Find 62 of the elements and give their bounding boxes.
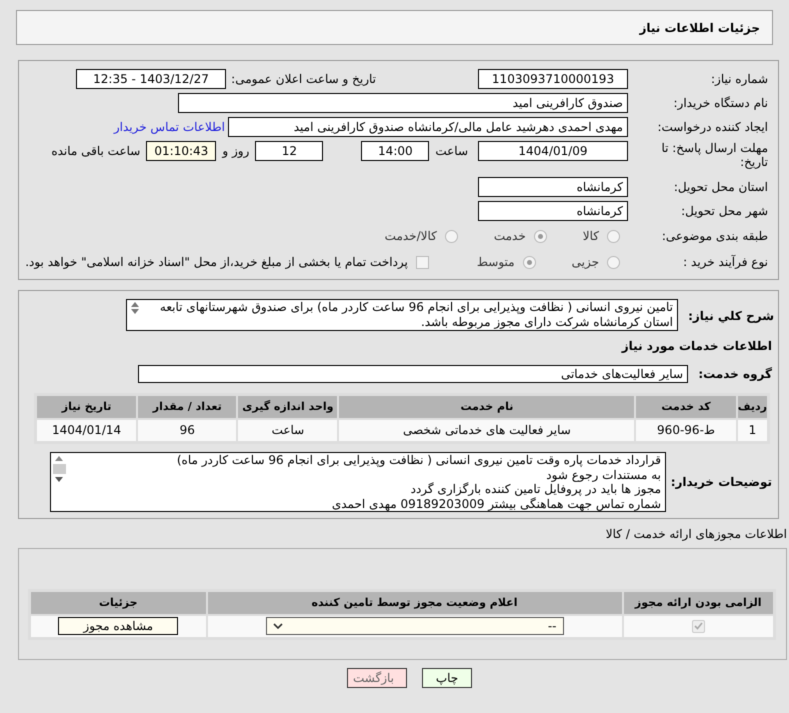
down-arrow-icon[interactable] (131, 309, 139, 314)
field-label: متوسط (476, 254, 515, 271)
field-label: خدمت (494, 228, 526, 245)
column-header: کد خدمت (635, 394, 737, 418)
checkbox[interactable] (692, 620, 705, 633)
field-label: ایجاد کننده درخواست: (657, 120, 768, 134)
radio-button[interactable] (522, 256, 536, 268)
section-heading: اطلاعات مجوزهای ارائه خدمت / کالا (606, 527, 787, 541)
text-field[interactable]: 01:10:43 (146, 141, 216, 161)
text-field[interactable]: کرمانشاه (478, 177, 628, 197)
field-label: طبقه بندی موضوعی: (662, 229, 768, 243)
print-button[interactable]: چاپ (422, 668, 472, 688)
field-label: مهلت ارسال پاسخ: تا تاریخ: (660, 141, 768, 169)
up-arrow-icon[interactable] (55, 456, 63, 461)
text-field[interactable]: کرمانشاه (478, 201, 628, 221)
field-label: ساعت (435, 143, 468, 160)
notes-textarea[interactable] (50, 452, 666, 512)
text-field[interactable]: 1103093710000193 (478, 69, 628, 89)
field-label: نام دستگاه خریدار: (674, 96, 768, 110)
text-field[interactable]: صندوق کارافرینی امید (178, 93, 628, 113)
section-heading: اطلاعات خدمات مورد نیاز (622, 339, 772, 353)
text-field[interactable]: 12 (255, 141, 324, 161)
up-arrow-icon[interactable] (131, 302, 139, 307)
notes-text: قرارداد خدمات پاره وقت تامین نیروی انسانی ( نظافت وپذیرایی برای انجام 96 ساعت کاردر ماه) به مستندات رجوع شود مجوز ها باید در پروفایل تامین کننده بارگزاری گردد شماره تماس جهت هماهنگی بیشتر 09189203009 مهدی احمدی (176, 453, 662, 511)
checkbox[interactable] (416, 256, 429, 268)
field-label: گروه خدمت: (698, 367, 772, 381)
text-field[interactable]: 14:00 (361, 141, 430, 161)
field-label: استان محل تحویل: (674, 180, 768, 194)
field-label: جزیی (572, 254, 599, 271)
back-button[interactable]: بازگشت (347, 668, 407, 688)
field-label: کالا (582, 228, 599, 245)
column-header: تعداد / مقدار (137, 394, 238, 418)
radio-button[interactable] (444, 230, 458, 242)
text-field[interactable]: سایر فعالیت‌های خدماتی (138, 365, 688, 383)
view-permit-button[interactable]: مشاهده مجوز (58, 617, 178, 636)
field-label: ساعت باقی مانده (51, 143, 140, 160)
field-label: روز و (222, 143, 250, 160)
field-label: شرح کلي نياز: (688, 309, 774, 323)
column-header: واحد اندازه گیری (237, 394, 338, 418)
column-header: ردیف (736, 394, 768, 418)
field-label: شماره نیاز: (711, 72, 768, 86)
text-field[interactable]: مهدی احمدی دهرشید عامل مالی/کرمانشاه صندوق کارافرینی امید (228, 117, 628, 137)
column-header: اعلام وضعیت مجوز توسط تامین کننده (206, 590, 622, 614)
column-header: نام خدمت (338, 394, 636, 418)
field-label: تاریخ و ساعت اعلان عمومی: (231, 72, 376, 86)
text-field[interactable]: 1403/12/27 - 12:35 (76, 69, 226, 89)
column-header: الزامی بودن ارائه مجوز (622, 590, 774, 614)
text-field[interactable]: 1404/01/09 (478, 141, 628, 161)
field-label: نوع فرآیند خرید : (683, 255, 768, 269)
status-select[interactable]: -- (266, 617, 564, 636)
radio-button[interactable] (607, 230, 620, 242)
field-label: پرداخت تمام یا بخشی از مبلغ خرید،از محل "اسناد خزانه اسلامی" خواهد بود. (25, 254, 408, 271)
page-title: جزئیات اطلاعات نیاز (639, 20, 760, 36)
field-label: شهر محل تحویل: (681, 204, 768, 218)
chevron-down-icon (272, 623, 282, 630)
radio-button[interactable] (607, 256, 620, 268)
scroll-thumb[interactable] (52, 464, 66, 474)
down-arrow-icon[interactable] (55, 477, 63, 482)
radio-button[interactable] (534, 230, 547, 242)
field-label: کالا/خدمت (384, 228, 437, 245)
field-label: توضیحات خریدار: (670, 475, 772, 489)
contact-link[interactable]: اطلاعات تماس خریدار (114, 118, 225, 136)
